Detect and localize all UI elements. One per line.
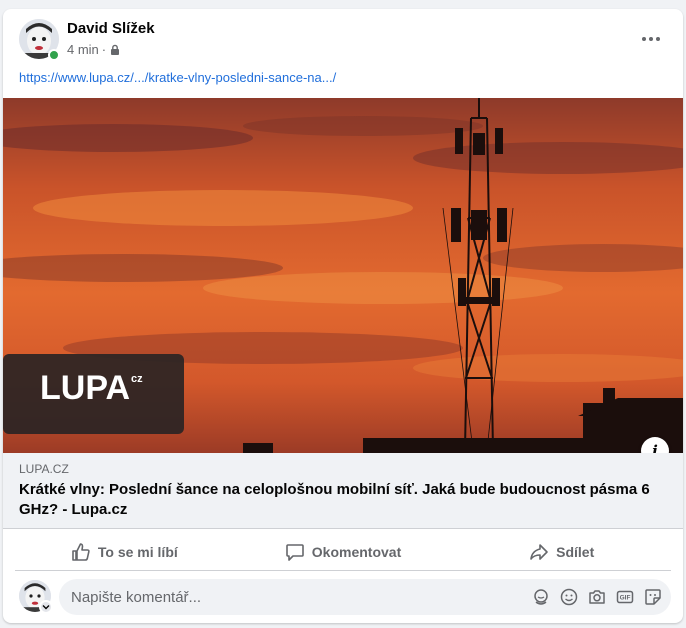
post-meta: 4 min ·	[67, 42, 121, 57]
speech-bubble-icon	[285, 542, 305, 562]
share-label: Sdílet	[556, 543, 595, 560]
comment-label: Okomentovat	[311, 543, 402, 560]
share-button[interactable]: Sdílet	[452, 533, 671, 570]
more-options-icon[interactable]	[633, 25, 669, 53]
comment-input-wrapper: GIF	[59, 579, 671, 615]
thumbs-up-icon	[71, 542, 91, 562]
post-header: David Slížek 4 min ·	[3, 9, 683, 69]
post-card: David Slížek 4 min · https://www.lupa.cz…	[3, 9, 683, 623]
camera-icon[interactable]	[587, 587, 607, 607]
meta-separator: ·	[101, 42, 107, 57]
like-label: To se mi líbí	[97, 543, 178, 560]
comment-tools: GIF	[531, 587, 663, 607]
lupa-logo: LUPA cz	[40, 369, 143, 407]
post-url-link[interactable]: https://www.lupa.cz/.../kratke-vlny-posl…	[19, 70, 336, 85]
link-preview-info[interactable]: LUPA.CZ Krátké vlny: Poslední šance na c…	[3, 453, 683, 529]
chevron-down-icon[interactable]	[39, 600, 53, 614]
comment-composer: GIF	[19, 579, 671, 615]
link-domain: LUPA.CZ	[19, 462, 69, 476]
gif-icon[interactable]: GIF	[615, 587, 635, 607]
comment-input[interactable]	[59, 579, 509, 615]
sticker-icon[interactable]	[643, 587, 663, 607]
link-title[interactable]: Krátké vlny: Poslední šance na celoplošn…	[19, 480, 659, 520]
svg-text:GIF: GIF	[620, 595, 631, 602]
online-status-indicator	[48, 49, 60, 61]
share-arrow-icon	[529, 542, 549, 562]
lock-icon[interactable]	[109, 44, 121, 56]
post-time[interactable]: 4 min	[67, 42, 99, 57]
comment-button[interactable]: Okomentovat	[234, 533, 453, 570]
like-button[interactable]: To se mi líbí	[15, 533, 234, 570]
author-name[interactable]: David Slížek	[67, 20, 155, 37]
link-preview-image[interactable]: LUPA cz	[3, 98, 683, 453]
emoji-icon[interactable]	[559, 587, 579, 607]
post-actions: To se mi líbí Okomentovat Sdílet	[15, 533, 671, 571]
avatar-sticker-icon[interactable]	[531, 587, 551, 607]
